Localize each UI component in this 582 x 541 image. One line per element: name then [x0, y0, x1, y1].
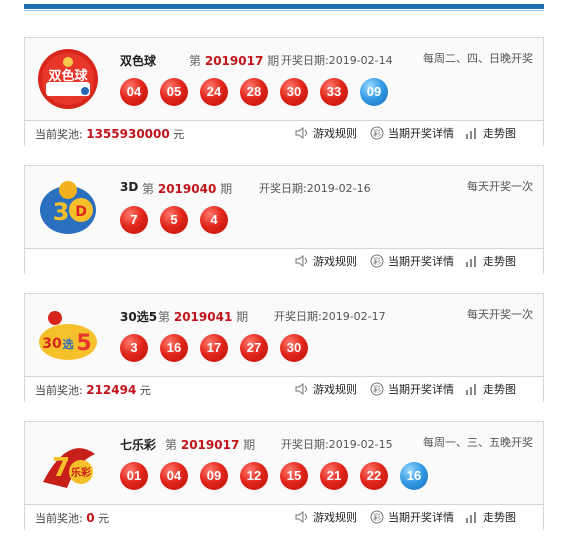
top-accent-bar [24, 4, 544, 9]
draw-details-link[interactable]: 彩当期开奖详情 [370, 509, 454, 527]
red-ball: 09 [200, 462, 228, 490]
speaker-icon [295, 126, 309, 142]
red-ball: 21 [320, 462, 348, 490]
card-footer: 游戏规则 彩当期开奖详情 走势图 [25, 248, 543, 274]
lottery-name: 双色球 [120, 54, 157, 68]
svg-text:30: 30 [42, 336, 62, 352]
draw-date: 开奖日期:2019-02-16 [259, 182, 371, 195]
svg-text:3: 3 [53, 198, 70, 226]
red-ball: 30 [280, 334, 308, 362]
trend-chart-link[interactable]: 走势图 [465, 509, 516, 526]
issue-number: 第 2019040 期 [142, 182, 233, 196]
award-icon: 彩 [370, 254, 384, 271]
lottery-card-30x5: 30 选 5 30选5 第 2019041 期 开奖日期:2019-02-17 … [24, 293, 544, 402]
draw-details-link[interactable]: 彩当期开奖详情 [370, 253, 454, 271]
card-footer: 当前奖池: 212494 元 游戏规则 彩当期开奖详情 走势图 [25, 376, 543, 402]
3d-logo-icon[interactable]: 3 D [37, 176, 99, 238]
bar-chart-icon [465, 511, 479, 526]
30x5-logo-icon[interactable]: 30 选 5 [37, 304, 99, 366]
svg-text:5: 5 [76, 331, 91, 356]
svg-text:彩: 彩 [373, 256, 381, 266]
game-rules-link[interactable]: 游戏规则 [295, 253, 357, 270]
trend-chart-link[interactable]: 走势图 [465, 125, 516, 142]
red-ball: 24 [200, 78, 228, 106]
qlc-logo-icon[interactable]: 7 乐彩 [37, 432, 99, 494]
top-accent-line [24, 10, 544, 11]
svg-text:彩: 彩 [373, 512, 381, 522]
trend-chart-link[interactable]: 走势图 [465, 381, 516, 398]
draw-date: 开奖日期:2019-02-17 [274, 310, 386, 323]
card-footer: 当前奖池: 0 元 游戏规则 彩当期开奖详情 走势图 [25, 504, 543, 530]
issue-number: 第 2019017 期 [165, 438, 256, 452]
red-ball: 01 [120, 462, 148, 490]
svg-text:彩: 彩 [373, 384, 381, 394]
svg-text:D: D [75, 204, 87, 220]
svg-text:双色球: 双色球 [48, 68, 88, 84]
red-ball: 27 [240, 334, 268, 362]
red-ball: 28 [240, 78, 268, 106]
lottery-name: 3D [120, 180, 139, 194]
lottery-card-3d: 3 D 3D 第 2019040 期 开奖日期:2019-02-16 每天开奖一… [24, 165, 544, 274]
svg-text:彩: 彩 [373, 128, 381, 138]
red-ball: 04 [120, 78, 148, 106]
red-ball: 7 [120, 206, 148, 234]
draw-frequency: 每周二、四、日晚开奖 [423, 52, 533, 65]
red-ball: 15 [280, 462, 308, 490]
blue-ball: 09 [360, 78, 388, 106]
svg-text:乐彩: 乐彩 [71, 466, 91, 479]
bar-chart-icon [465, 127, 479, 142]
red-ball: 22 [360, 462, 388, 490]
lottery-name: 七乐彩 [120, 438, 157, 452]
red-ball: 4 [200, 206, 228, 234]
svg-text:7: 7 [52, 453, 70, 483]
red-ball: 16 [160, 334, 188, 362]
blue-ball: 16 [400, 462, 428, 490]
red-ball: 33 [320, 78, 348, 106]
draw-details-link[interactable]: 彩当期开奖详情 [370, 125, 454, 143]
red-ball: 05 [160, 78, 188, 106]
lottery-name: 30选5 [120, 310, 158, 324]
award-icon: 彩 [370, 126, 384, 143]
red-ball: 12 [240, 462, 268, 490]
red-ball: 30 [280, 78, 308, 106]
draw-frequency: 每天开奖一次 [467, 308, 533, 321]
prize-pool: 当前奖池: 212494 元 [35, 383, 151, 397]
bar-chart-icon [465, 383, 479, 398]
game-rules-link[interactable]: 游戏规则 [295, 381, 357, 398]
award-icon: 彩 [370, 510, 384, 527]
ssq-logo-icon[interactable]: 双色球 [37, 48, 99, 110]
prize-pool: 当前奖池: 0 元 [35, 511, 110, 525]
red-ball: 5 [160, 206, 188, 234]
issue-number: 第 2019017 期 [189, 54, 280, 68]
draw-date: 开奖日期:2019-02-14 [281, 54, 393, 67]
speaker-icon [295, 254, 309, 270]
speaker-icon [295, 510, 309, 526]
svg-text:选: 选 [63, 337, 74, 351]
game-rules-link[interactable]: 游戏规则 [295, 509, 357, 526]
draw-details-link[interactable]: 彩当期开奖详情 [370, 381, 454, 399]
prize-pool: 当前奖池: 1355930000 元 [35, 127, 185, 141]
card-footer: 当前奖池: 1355930000 元 游戏规则 彩当期开奖详情 走势图 [25, 120, 543, 146]
red-ball: 04 [160, 462, 188, 490]
game-rules-link[interactable]: 游戏规则 [295, 125, 357, 142]
lottery-card-ssq: 双色球 双色球 第 2019017 期 开奖日期:2019-02-14 每周二、… [24, 37, 544, 146]
issue-number: 第 2019041 期 [158, 310, 249, 324]
trend-chart-link[interactable]: 走势图 [465, 253, 516, 270]
award-icon: 彩 [370, 382, 384, 399]
draw-frequency: 每周一、三、五晚开奖 [423, 436, 533, 449]
red-ball: 3 [120, 334, 148, 362]
draw-date: 开奖日期:2019-02-15 [281, 438, 393, 451]
draw-frequency: 每天开奖一次 [467, 180, 533, 193]
bar-chart-icon [465, 255, 479, 270]
speaker-icon [295, 382, 309, 398]
red-ball: 17 [200, 334, 228, 362]
lottery-card-qlc: 7 乐彩 七乐彩 第 2019017 期 开奖日期:2019-02-15 每周一… [24, 421, 544, 530]
